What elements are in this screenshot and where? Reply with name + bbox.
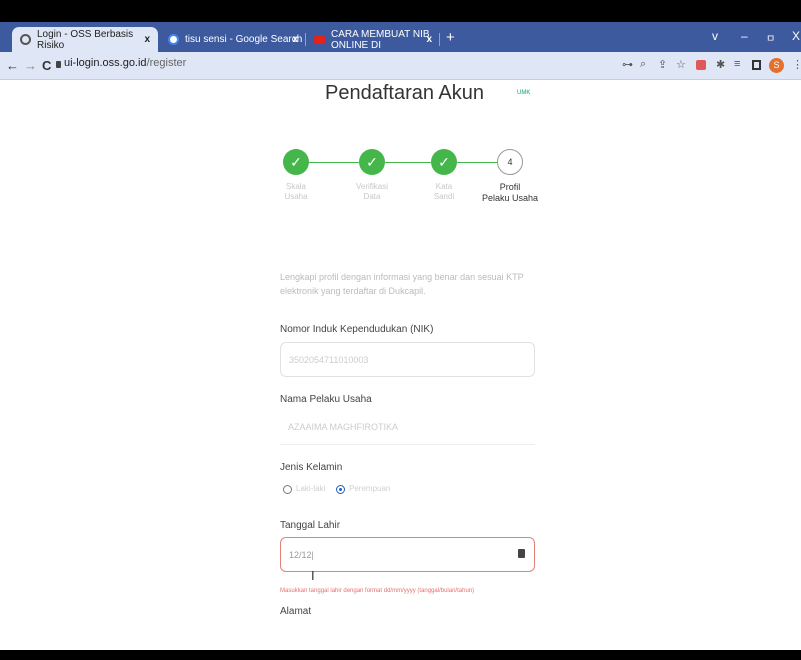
browser-window: Login - OSS Berbasis Risiko x tisu sensi… [0,22,801,650]
tab-separator [439,33,440,46]
stepper-line [385,162,431,163]
dob-label: Tanggal Lahir [280,520,341,531]
step-2-check-icon: ✓ [359,149,385,175]
registration-page: Pendaftaran Akun UMK ✓ ✓ ✓ 4 Skala Usaha … [0,80,801,650]
address-bar[interactable]: ui-login.oss.go.id/register [64,57,186,69]
step-4-indicator: 4 [497,149,523,175]
url-host: ui-login.oss.go.id [64,57,147,69]
tab-strip: Login - OSS Berbasis Risiko x tisu sensi… [0,22,801,52]
side-panel-icon[interactable] [752,60,761,70]
gender-label: Jenis Kelamin [280,462,343,473]
page-title: Pendaftaran Akun [325,82,485,104]
step-4-label: Profil Pelaku Usaha [475,182,545,204]
maximize-button[interactable]: ㅁ [766,30,775,45]
step-2-label: Verifikasi Data [337,182,407,202]
reload-button[interactable]: C [42,58,51,73]
forward-button[interactable]: → [24,58,37,73]
google-favicon-icon [168,34,179,45]
name-field[interactable]: AZAAIMA MAGHFIROTIKA [280,410,535,445]
zoom-icon[interactable]: ⌕ [640,58,646,71]
dob-error-message: Masukkan tanggal lahir dengan format dd/… [280,588,475,594]
gender-female-label[interactable]: Perempuan [349,484,390,493]
close-tab-icon[interactable]: x [426,34,432,45]
close-tab-icon[interactable]: x [144,34,150,45]
back-button[interactable]: ← [6,58,19,73]
extensions-puzzle-icon[interactable]: ✱ [716,58,725,71]
url-path: /register [146,57,187,69]
intro-text: Lengkapi profil dengan informasi yang be… [280,272,524,296]
gender-female-radio[interactable] [336,485,345,494]
new-tab-button[interactable]: + [446,29,455,46]
tab-youtube[interactable]: CARA MEMBUAT NIB ONLINE DI x [306,27,440,52]
lock-icon [56,61,61,68]
tab-title: tisu sensi - Google Search [185,34,303,45]
step-label-line: Verifikasi [355,182,388,191]
nik-label: Nomor Induk Kependudukan (NIK) [280,324,434,335]
bookmark-star-icon[interactable]: ☆ [676,58,686,71]
step-label-line: Usaha [284,192,308,201]
step-3-label: Kata Sandi [409,182,479,202]
close-tab-icon[interactable]: x [292,34,298,45]
step-3-check-icon: ✓ [431,149,457,175]
stepper-line [457,162,497,163]
profile-avatar[interactable]: S [769,58,784,73]
address-toolbar: ← → C ui-login.oss.go.id/register ⊶ ⌕ ⇪ … [0,52,801,80]
key-icon[interactable]: ⊶ [622,58,633,71]
step-label-line: Skala [285,182,306,191]
share-icon[interactable]: ⇪ [658,58,667,71]
address-label: Alamat [280,606,312,617]
step-label-line: Pelaku Usaha [481,193,539,203]
mouse-text-cursor: I [311,568,315,583]
name-label: Nama Pelaku Usaha [280,394,372,405]
calendar-icon[interactable] [518,549,525,558]
gender-male-label[interactable]: Laki-laki [296,484,325,493]
step-label-line: Kata [435,182,453,191]
oss-favicon-icon [20,34,31,45]
umk-badge: UMK [517,90,531,96]
extension-icon[interactable] [696,60,706,70]
tab-title: CARA MEMBUAT NIB ONLINE DI [331,28,430,51]
close-window-button[interactable]: X [792,29,800,43]
step-1-check-icon: ✓ [283,149,309,175]
dob-field[interactable]: 12/12| [280,537,535,572]
tab-title: Login - OSS Berbasis Risiko [37,28,134,51]
stepper-line [309,162,359,163]
step-label-line: Sandi [433,192,455,201]
nik-field[interactable]: 3502054711010003 [280,342,535,377]
minimize-button[interactable]: – [741,29,748,43]
tab-oss-login[interactable]: Login - OSS Berbasis Risiko x [12,27,158,52]
dob-value: 12/12| [289,550,314,560]
youtube-favicon-icon [314,35,325,44]
tab-google-search[interactable]: tisu sensi - Google Search x [160,27,306,52]
menu-icon[interactable]: ⋮ [792,58,801,71]
tab-search-icon[interactable]: v [712,29,718,43]
step-label-line: Data [363,192,381,201]
step-1-label: Skala Usaha [261,182,331,202]
step-label-line: Profil [499,182,521,192]
gender-male-radio[interactable] [283,485,292,494]
reading-list-icon[interactable]: ≡ [734,58,740,70]
